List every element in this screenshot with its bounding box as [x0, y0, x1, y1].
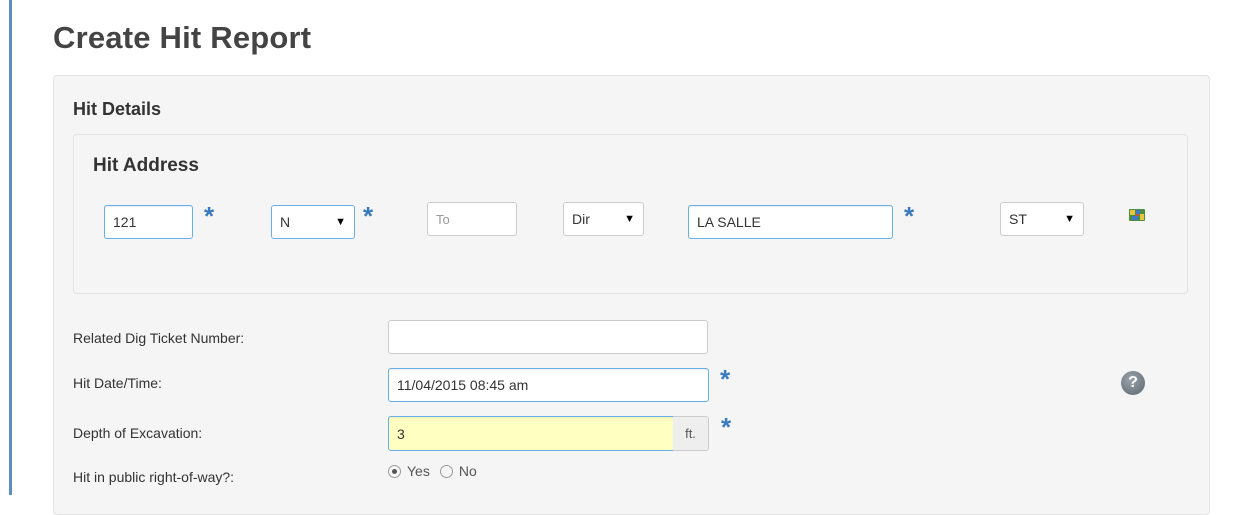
- dropdown-caret-icon: ▼: [1064, 213, 1075, 225]
- hit-datetime-value: 11/04/2015 08:45 am: [397, 377, 529, 393]
- required-star-depth: *: [721, 412, 732, 442]
- dropdown-caret-icon: ▼: [335, 216, 346, 228]
- public-row-radio-group: Yes No: [388, 463, 487, 479]
- house-number-value: 121: [113, 214, 137, 230]
- hit-datetime-input[interactable]: 11/04/2015 08:45 am: [388, 368, 709, 402]
- depth-input[interactable]: 3: [388, 416, 674, 451]
- street-type-value: ST: [1009, 211, 1027, 227]
- house-number-input[interactable]: 121: [104, 205, 193, 239]
- related-ticket-input[interactable]: [388, 320, 708, 354]
- prefix-direction-value: N: [280, 214, 291, 230]
- radio-yes-label: Yes: [407, 463, 430, 479]
- map-icon[interactable]: [1129, 208, 1145, 222]
- related-ticket-label: Related Dig Ticket Number:: [73, 330, 245, 346]
- to-placeholder: To: [436, 211, 450, 227]
- radio-no-label: No: [458, 463, 477, 479]
- street-name-value: LA SALLE: [697, 214, 761, 230]
- required-star-house-number: *: [204, 201, 215, 231]
- required-star-street-name: *: [904, 201, 915, 231]
- prefix-direction-select[interactable]: N ▼: [271, 205, 355, 239]
- depth-value: 3: [397, 425, 405, 442]
- radio-yes[interactable]: [388, 464, 401, 478]
- to-input[interactable]: To: [427, 202, 517, 236]
- hit-address-title: Hit Address: [93, 155, 199, 176]
- page-title: Create Hit Report: [53, 20, 312, 55]
- radio-no[interactable]: [439, 464, 453, 478]
- street-name-input[interactable]: LA SALLE: [688, 205, 893, 239]
- left-accent-rule: [9, 0, 12, 495]
- question-circle-icon[interactable]: ?: [1121, 371, 1145, 395]
- depth-unit-addon: ft.: [673, 416, 709, 451]
- dropdown-caret-icon: ▼: [624, 213, 635, 225]
- hit-datetime-label: Hit Date/Time:: [73, 375, 162, 391]
- depth-label: Depth of Excavation:: [73, 425, 203, 441]
- hit-details-title: Hit Details: [73, 99, 162, 119]
- required-star-hit-datetime: *: [720, 364, 731, 394]
- suffix-direction-value: Dir: [572, 211, 590, 227]
- required-star-prefix-direction: *: [363, 201, 374, 231]
- suffix-direction-select[interactable]: Dir ▼: [563, 202, 644, 236]
- street-type-select[interactable]: ST ▼: [1000, 202, 1084, 236]
- public-row-label: Hit in public right-of-way?:: [73, 469, 235, 485]
